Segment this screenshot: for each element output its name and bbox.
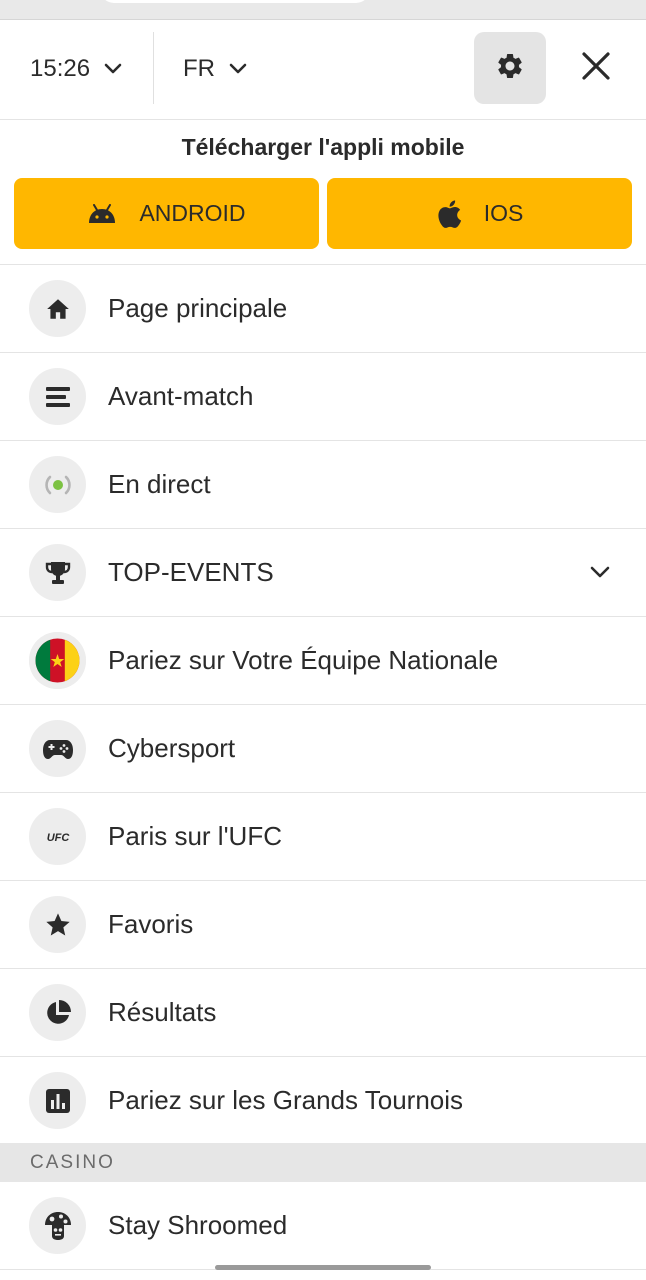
bar-chart-icon (29, 1072, 86, 1129)
menu-item-favoris[interactable]: Favoris (0, 881, 646, 969)
language-selector[interactable]: FR (183, 51, 247, 87)
menu-item-resultats[interactable]: Résultats (0, 969, 646, 1057)
menu-item-label: Favoris (108, 909, 194, 939)
trophy-icon (29, 544, 86, 601)
download-app-title: Télécharger l'appli mobile (181, 134, 465, 160)
time-selector[interactable]: 15:26 (30, 51, 122, 87)
main-menu: Page principale Avant-match En direct TO… (0, 265, 646, 1145)
close-icon (581, 51, 611, 86)
menu-item-cybersport[interactable]: Cybersport (0, 705, 646, 793)
mushroom-icon (29, 1197, 86, 1254)
chevron-down-icon (104, 63, 122, 75)
menu-item-grands-tournois[interactable]: Pariez sur les Grands Tournois (0, 1057, 646, 1145)
svg-text:UFC: UFC (46, 832, 70, 844)
time-value: 15:26 (30, 55, 91, 82)
menu-item-en-direct[interactable]: En direct (0, 441, 646, 529)
menu-item-label: Paris sur l'UFC (108, 821, 282, 851)
menu-header: 15:26 FR (0, 20, 646, 120)
casino-item-label: Stay Shroomed (108, 1210, 288, 1240)
menu-item-page-principale[interactable]: Page principale (0, 265, 646, 353)
menu-item-label: TOP-EVENTS (108, 557, 274, 587)
menu-item-label: Pariez sur Votre Équipe Nationale (108, 645, 499, 675)
casino-item-stay-shroomed[interactable]: Stay Shroomed (0, 1182, 646, 1270)
menu-item-label: Avant-match (108, 381, 254, 411)
menu-item-label: Pariez sur les Grands Tournois (108, 1085, 464, 1115)
menu-item-label: En direct (108, 469, 211, 499)
menu-item-ufc[interactable]: UFC Paris sur l'UFC (0, 793, 646, 881)
pie-chart-icon (29, 984, 86, 1041)
home-icon (29, 280, 86, 337)
settings-button[interactable] (474, 32, 546, 104)
home-indicator (215, 1265, 431, 1270)
chevron-down-icon (229, 63, 247, 75)
live-broadcast-icon (29, 456, 86, 513)
menu-item-top-events[interactable]: TOP-EVENTS (0, 529, 646, 617)
ios-label: IOS (483, 200, 524, 226)
gear-icon (495, 51, 525, 86)
list-icon (29, 368, 86, 425)
apple-icon (436, 199, 462, 229)
section-title: CASINO (30, 1152, 115, 1173)
android-label: ANDROID (139, 200, 246, 226)
browser-address-pill (100, 0, 370, 3)
ios-download-button[interactable]: IOS (327, 178, 632, 249)
ufc-logo-icon: UFC (29, 808, 86, 865)
menu-item-label: Page principale (108, 293, 288, 323)
language-value: FR (183, 55, 215, 82)
menu-item-label: Cybersport (108, 733, 236, 763)
close-button[interactable] (574, 46, 618, 90)
browser-top-strip (0, 0, 646, 20)
star-icon (29, 896, 86, 953)
cameroon-flag-icon (29, 632, 86, 689)
casino-section-header: CASINO (0, 1143, 646, 1182)
android-download-button[interactable]: ANDROID (14, 178, 319, 249)
menu-item-avant-match[interactable]: Avant-match (0, 353, 646, 441)
android-icon (87, 203, 117, 224)
header-divider (153, 32, 154, 104)
menu-item-label: Résultats (108, 997, 217, 1027)
gamepad-icon (29, 720, 86, 777)
menu-item-equipe-nationale[interactable]: Pariez sur Votre Équipe Nationale (0, 617, 646, 705)
chevron-down-icon[interactable] (586, 558, 614, 586)
